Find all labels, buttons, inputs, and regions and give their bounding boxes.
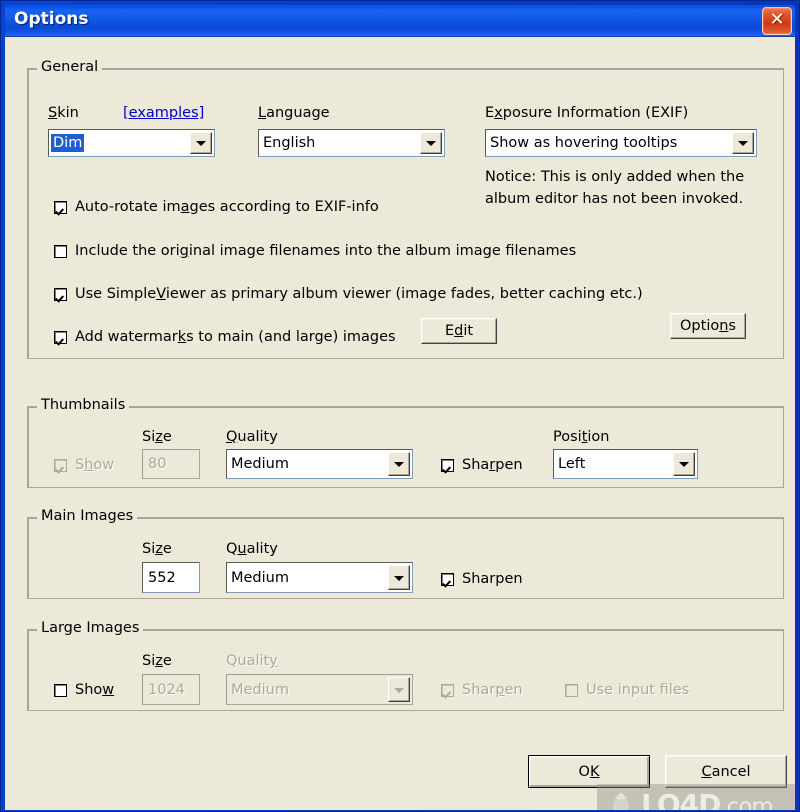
large-images-sharpen-label: Sharpen [462, 682, 523, 698]
chevron-down-icon[interactable] [732, 132, 754, 154]
checkbox-box [54, 683, 67, 697]
include-original-filenames-checkbox[interactable]: Include the original image filenames int… [54, 243, 576, 259]
thumbnails-sharpen-checkbox[interactable]: Sharpen [441, 457, 523, 473]
chevron-down-icon[interactable] [673, 452, 695, 476]
exif-combo-value: Show as hovering tooltips [490, 135, 678, 151]
watermark-edit-button-label: Edit [444, 323, 474, 339]
thumbnails-size-value: 80 [148, 456, 167, 472]
checkbox-box [54, 200, 67, 214]
thumbnails-quality-combo[interactable]: Medium [226, 449, 413, 479]
skin-combo[interactable]: Dim [48, 129, 215, 157]
large-images-show-label: Show [75, 682, 115, 698]
add-watermarks-checkbox[interactable]: Add watermarks to main (and large) image… [54, 329, 396, 345]
checkbox-box [54, 330, 67, 344]
add-watermarks-label: Add watermarks to main (and large) image… [75, 329, 396, 345]
large-images-size-value: 1024 [148, 681, 185, 698]
thumbnails-show-label: Show [75, 457, 115, 473]
auto-rotate-label: Auto-rotate images according to EXIF-inf… [75, 199, 379, 215]
window-title: Options [14, 9, 89, 29]
thumbnails-position-value: Left [558, 456, 586, 472]
thumbnails-position-combo[interactable]: Left [553, 449, 698, 479]
large-images-use-input-files-checkbox: Use input files [565, 682, 689, 698]
include-original-filenames-label: Include the original image filenames int… [75, 243, 577, 259]
checkbox-box [441, 458, 454, 472]
exif-notice-line-2: album editor has not been invoked. [485, 191, 744, 207]
exif-label: Exposure Information (EXIF) [485, 105, 689, 121]
title-bar[interactable]: Options ✕ [5, 5, 795, 37]
main-images-size-value: 552 [148, 569, 176, 586]
main-images-size-label: Size [142, 541, 172, 557]
refresh-arrows-icon [613, 792, 629, 810]
thumbnails-sharpen-label: Sharpen [462, 457, 523, 473]
dialog-client-area: General Skin [examples] Dim Language Eng… [5, 37, 795, 810]
large-images-quality-combo: Medium [226, 674, 413, 705]
thumbnails-legend: Thumbnails [37, 397, 130, 413]
chevron-down-icon[interactable] [190, 132, 212, 154]
main-images-quality-value: Medium [231, 569, 289, 586]
skin-examples-link[interactable]: [examples] [123, 105, 204, 121]
close-icon[interactable]: ✕ [762, 7, 792, 35]
main-images-size-input[interactable]: 552 [142, 562, 200, 593]
chevron-down-icon[interactable] [388, 565, 410, 590]
simpleviewer-options-button[interactable]: Options [670, 313, 746, 339]
options-dialog-window: Options ✕ General Skin [examples] Dim La… [0, 0, 800, 812]
general-legend: General [37, 59, 103, 75]
watermark-brand: LO4D [641, 788, 721, 810]
simpleviewer-label: Use SimpleViewer as primary album viewer… [75, 286, 643, 302]
large-images-show-checkbox[interactable]: Show [54, 682, 114, 698]
ok-button[interactable]: OK [528, 755, 650, 788]
watermark-text: LO4D.com [641, 788, 774, 810]
close-icon-glyph: ✕ [769, 9, 785, 30]
simpleviewer-checkbox[interactable]: Use SimpleViewer as primary album viewer… [54, 286, 643, 302]
main-images-quality-label: Quality [226, 541, 278, 557]
thumbnails-quality-label: Quality [226, 429, 278, 445]
large-images-legend: Large Images [37, 620, 144, 636]
language-combo-value: English [263, 135, 316, 151]
watermark-edit-button[interactable]: Edit [421, 318, 497, 344]
chevron-down-icon[interactable] [388, 452, 410, 476]
main-images-legend: Main Images [37, 508, 138, 524]
main-images-sharpen-checkbox[interactable]: Sharpen [441, 571, 523, 587]
chevron-down-icon[interactable] [420, 132, 442, 154]
large-images-size-input: 1024 [142, 674, 200, 705]
exif-combo[interactable]: Show as hovering tooltips [485, 129, 757, 157]
checkbox-box [565, 683, 578, 697]
main-images-quality-combo[interactable]: Medium [226, 562, 413, 593]
auto-rotate-checkbox[interactable]: Auto-rotate images according to EXIF-inf… [54, 199, 379, 215]
simpleviewer-options-button-label: Options [680, 318, 736, 334]
checkbox-box [441, 572, 454, 586]
cancel-button[interactable]: Cancel [665, 755, 787, 788]
language-combo[interactable]: English [258, 129, 445, 157]
main-images-sharpen-label: Sharpen [462, 571, 523, 587]
checkbox-box [441, 683, 454, 697]
thumbnails-size-input: 80 [142, 449, 200, 479]
chevron-down-icon [388, 677, 410, 702]
exif-notice-line-1: Notice: This is only added when the [485, 169, 745, 185]
watermark-tld: .com [720, 794, 773, 810]
checkbox-box [54, 287, 67, 301]
ok-button-label: OK [578, 763, 600, 780]
large-images-quality-label: Quality [226, 653, 278, 669]
checkbox-box [54, 458, 67, 472]
thumbnails-quality-value: Medium [231, 456, 289, 472]
checkbox-box [54, 244, 67, 258]
large-images-size-label: Size [142, 653, 172, 669]
large-images-use-input-files-label: Use input files [586, 682, 690, 698]
thumbnails-size-label: Size [142, 429, 172, 445]
skin-combo-value: Dim [51, 134, 85, 152]
large-images-quality-value: Medium [231, 681, 289, 698]
large-images-sharpen-checkbox: Sharpen [441, 682, 523, 698]
thumbnails-show-checkbox: Show [54, 457, 114, 473]
language-label: Language [258, 105, 330, 121]
thumbnails-position-label: Position [553, 429, 610, 445]
skin-label: Skin [48, 105, 79, 121]
cancel-button-label: Cancel [701, 763, 751, 780]
